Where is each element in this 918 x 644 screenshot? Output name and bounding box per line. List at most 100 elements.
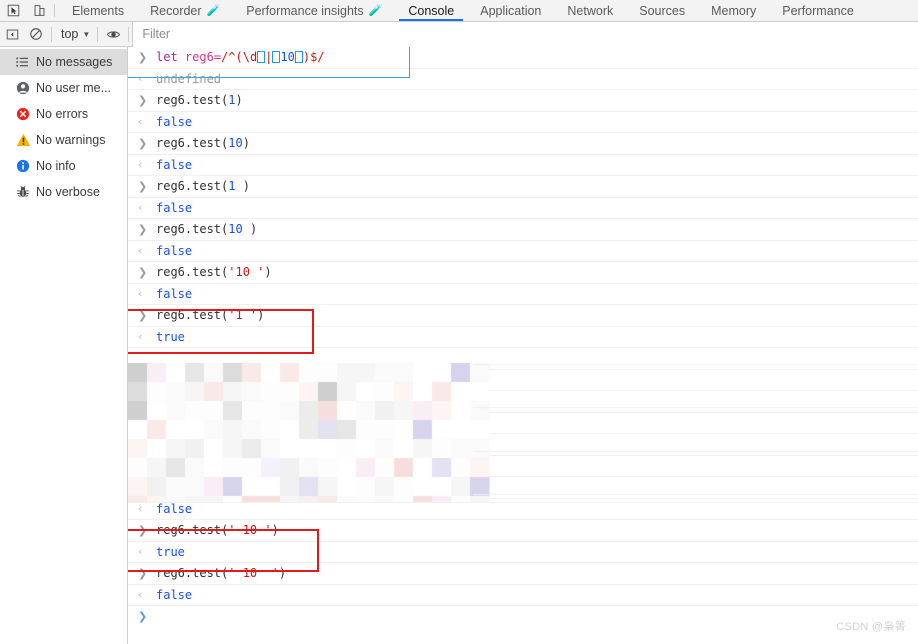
call-argument: 10 <box>228 222 250 236</box>
output-prompt-icon: ‹ <box>138 158 156 171</box>
sidebar-toggle-icon[interactable] <box>0 23 24 45</box>
call-close-paren: ) <box>243 179 250 193</box>
devtools-tabbar: Elements Recorder 🧪 Performance insights… <box>0 0 918 22</box>
input-prompt-icon: ❯ <box>138 94 156 107</box>
sidebar-item-no-messages[interactable]: No messages <box>0 49 127 75</box>
execution-context-selector[interactable]: top ▼ <box>55 24 94 44</box>
toolbar-divider <box>128 27 129 42</box>
console-output-value: false <box>156 115 192 129</box>
device-toolbar-icon[interactable] <box>26 0 52 21</box>
list-icon <box>16 57 36 68</box>
console-output-row-highlighted: ‹ true <box>128 327 918 349</box>
console-output-row: ‹ false <box>128 112 918 134</box>
tab-memory[interactable]: Memory <box>698 0 769 21</box>
info-icon <box>16 159 36 173</box>
console-input-row-highlighted[interactable]: ❯ reg6.test(' 10 ') <box>128 520 918 542</box>
input-prompt-icon: ❯ <box>138 180 156 193</box>
invisible-char-box-1 <box>257 51 265 63</box>
tab-label: Recorder <box>150 4 201 18</box>
call-close-paren: ) <box>264 480 271 494</box>
regex-let-keyword: let <box>156 50 185 64</box>
tab-sources[interactable]: Sources <box>626 0 698 21</box>
error-icon <box>16 107 36 121</box>
call-expression: reg6.test( <box>156 480 228 494</box>
console-output-value: undefined <box>156 72 221 86</box>
call-argument: '10 ' <box>228 265 264 279</box>
console-input-row[interactable]: ❯ reg6.test(' 10 ') <box>128 563 918 585</box>
clear-console-icon[interactable] <box>24 23 48 45</box>
csdn-watermark: CSDN @枭箐 <box>836 618 906 634</box>
input-prompt-icon: ❯ <box>138 481 156 494</box>
tab-recorder[interactable]: Recorder 🧪 <box>137 0 233 21</box>
call-argument: ' 10 ' <box>228 523 271 537</box>
toolbar-divider <box>97 27 98 42</box>
console-input-row[interactable]: ❯ reg6.test('10 ') <box>128 262 918 284</box>
inspect-element-icon[interactable] <box>0 0 26 21</box>
console-input-row[interactable]: ❯ reg6.test(10 ) <box>128 219 918 241</box>
console-input-row-highlighted[interactable]: ❯ reg6.test('1 ') <box>128 305 918 327</box>
tab-application[interactable]: Application <box>467 0 554 21</box>
call-close-paren: ) <box>264 265 271 279</box>
warning-icon <box>16 133 36 147</box>
sidebar-item-label: No verbose <box>36 185 100 199</box>
console-input-code: reg6.test(' 10') <box>156 480 272 494</box>
output-prompt-icon: ‹ <box>138 72 156 85</box>
console-input-code: reg6.test(1 ) <box>156 179 250 193</box>
regex-alternation-op: | <box>265 50 272 64</box>
console-output-row: ‹ false <box>128 241 918 263</box>
execution-context-value: top <box>61 27 78 41</box>
call-expression: reg6.test( <box>156 308 228 322</box>
console-output-value: false <box>156 158 192 172</box>
console-input-row[interactable]: ❯ reg6.test(1 ) <box>128 176 918 198</box>
console-prompt-row[interactable]: ❯ <box>128 606 918 628</box>
call-close-paren: ) <box>243 136 250 150</box>
tab-elements[interactable]: Elements <box>59 0 137 21</box>
console-output-row-highlighted: ‹ true <box>128 542 918 564</box>
sidebar-item-label: No info <box>36 159 76 173</box>
console-output-row: ‹ false <box>128 284 918 306</box>
tab-console[interactable]: Console <box>395 0 467 21</box>
output-prompt-icon: ‹ <box>138 115 156 128</box>
call-expression: reg6.test( <box>156 265 228 279</box>
console-output-value: true <box>156 545 185 559</box>
call-close-paren: ) <box>272 523 279 537</box>
sidebar-item-no-user-messages[interactable]: No user me... <box>0 75 127 101</box>
experiment-icon: 🧪 <box>207 4 221 17</box>
tab-label: Sources <box>639 4 685 18</box>
bug-icon <box>16 185 36 199</box>
sidebar-item-no-warnings[interactable]: No warnings <box>0 127 127 153</box>
tab-network[interactable]: Network <box>554 0 626 21</box>
sidebar-item-no-errors[interactable]: No errors <box>0 101 127 127</box>
call-close-paren: ) <box>235 93 242 107</box>
call-expression: reg6.test( <box>156 93 228 107</box>
console-input-row[interactable]: ❯ let reg6=/^(\d|10)$/ <box>128 47 918 69</box>
console-output-value: false <box>156 502 192 516</box>
output-prompt-icon: ‹ <box>138 330 156 343</box>
console-input-row[interactable]: ❯ reg6.test(10) <box>128 133 918 155</box>
console-log-area[interactable]: ❯ let reg6=/^(\d|10)$/ ‹ undefined ❯ reg… <box>128 47 918 644</box>
console-input-row[interactable]: ❯ reg6.test(' 10') <box>128 477 918 499</box>
input-prompt-icon: ❯ <box>138 223 156 236</box>
sidebar-item-label: No user me... <box>36 81 111 95</box>
input-prompt-icon: ❯ <box>138 137 156 150</box>
call-argument: '1 ' <box>228 308 257 322</box>
tab-performance-insights[interactable]: Performance insights 🧪 <box>233 0 395 21</box>
output-prompt-icon: ‹ <box>138 201 156 214</box>
input-prompt-icon: ❯ <box>138 51 156 64</box>
tab-label: Performance <box>782 4 854 18</box>
call-argument: 10 <box>228 136 242 150</box>
filter-input[interactable] <box>132 22 918 47</box>
sidebar-item-no-verbose[interactable]: No verbose <box>0 179 127 205</box>
toolbar-divider <box>51 27 52 42</box>
tab-label: Elements <box>72 4 124 18</box>
tab-performance[interactable]: Performance <box>769 0 867 21</box>
console-input-row[interactable]: ❯ reg6.test(1) <box>128 90 918 112</box>
console-sidebar: No messages No user me... No errors <box>0 47 128 644</box>
console-input-code: let reg6=/^(\d|10)$/ <box>156 50 325 64</box>
call-expression: reg6.test( <box>156 566 228 580</box>
regex-literal-open: /^(\d <box>221 50 257 64</box>
console-toolbar: top ▼ <box>0 22 918 47</box>
sidebar-item-no-info[interactable]: No info <box>0 153 127 179</box>
live-expression-eye-icon[interactable] <box>101 23 125 45</box>
console-input-code: reg6.test(10 ) <box>156 222 257 236</box>
